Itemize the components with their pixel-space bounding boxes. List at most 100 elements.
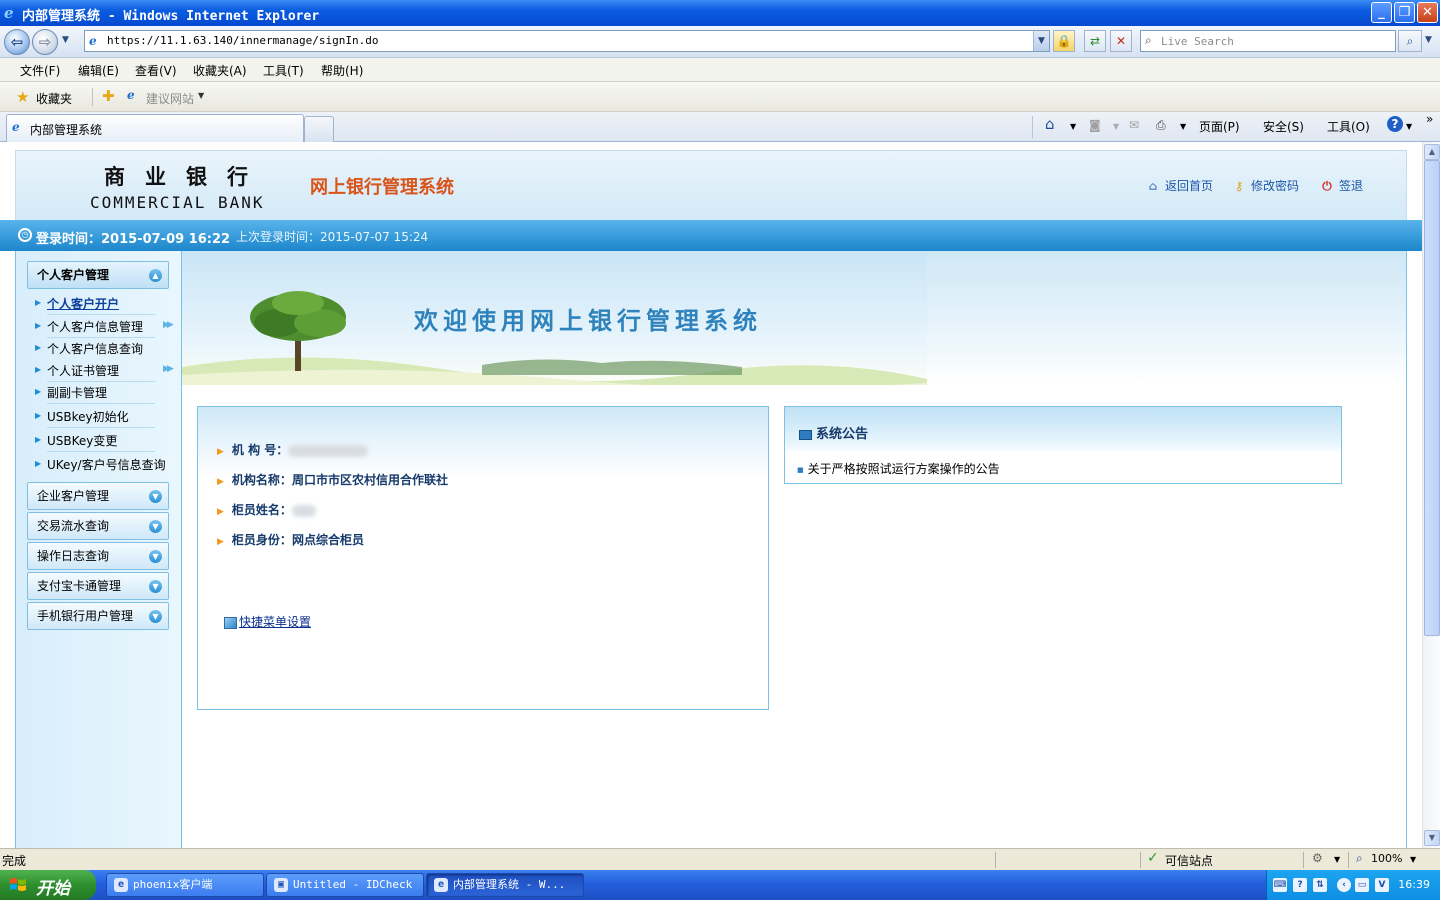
- scroll-thumb[interactable]: [1424, 160, 1440, 636]
- zoom-level[interactable]: 100%: [1371, 852, 1402, 865]
- sidebar-item-card-manage[interactable]: ▶ 副副卡管理: [35, 384, 155, 404]
- expand-icon[interactable]: ▼: [149, 610, 162, 623]
- home-link[interactable]: ⌂ 返回首页: [1145, 177, 1213, 194]
- address-url[interactable]: https://11.1.63.140/innermanage/signIn.d…: [107, 34, 379, 47]
- tab-active[interactable]: e 内部管理系统: [6, 114, 304, 142]
- sidebar-item-usbkey-change[interactable]: ▶ USBKey变更: [35, 432, 155, 452]
- menu-favorites[interactable]: 收藏夹(A): [193, 62, 247, 79]
- help-icon[interactable]: ?: [1387, 116, 1403, 132]
- sidebar-item-cert-manage[interactable]: ▶ 个人证书管理 ▶▶: [35, 362, 174, 382]
- notice-item-label: 关于严格按照试运行方案操作的公告: [807, 462, 1000, 476]
- favorites-bar: ★ 收藏夹 ✚ e 建议网站 ▼: [0, 82, 1440, 112]
- feeds-dropdown-icon[interactable]: ▼: [1113, 122, 1119, 131]
- help-tray-icon[interactable]: ?: [1293, 878, 1307, 892]
- sidebar-section-personal[interactable]: 个人客户管理 ▲: [27, 261, 169, 289]
- display-icon[interactable]: ▭: [1355, 878, 1369, 892]
- sidebar-item-info-query[interactable]: ▶ 个人客户信息查询: [35, 340, 155, 360]
- page-menu[interactable]: 页面(P): [1199, 118, 1240, 135]
- window-title-bar[interactable]: e 内部管理系统 - Windows Internet Explorer _ ❐…: [0, 0, 1440, 26]
- help-dropdown-icon[interactable]: ▼: [1406, 122, 1412, 131]
- tray-clock[interactable]: 16:39: [1398, 878, 1430, 891]
- start-button[interactable]: 开始: [0, 870, 96, 900]
- network-icon[interactable]: ⇅: [1313, 878, 1327, 892]
- zoom-dropdown-icon[interactable]: ▼: [1410, 855, 1416, 864]
- forward-button[interactable]: ⇨: [32, 29, 58, 55]
- menu-edit[interactable]: 编辑(E): [78, 62, 119, 79]
- ie-logo-icon: e: [4, 4, 14, 22]
- menu-view[interactable]: 查看(V): [135, 62, 177, 79]
- search-box[interactable]: ⌕ Live Search: [1140, 30, 1396, 52]
- safety-menu[interactable]: 安全(S): [1263, 118, 1304, 135]
- favorites-button[interactable]: 收藏夹: [36, 90, 72, 107]
- new-tab-button[interactable]: [304, 116, 334, 142]
- antivirus-icon[interactable]: V: [1375, 878, 1389, 892]
- menu-tools[interactable]: 工具(T): [263, 62, 304, 79]
- close-button[interactable]: ✕: [1417, 2, 1438, 23]
- expand-icon[interactable]: ▼: [149, 490, 162, 503]
- keyboard-icon[interactable]: ⌨: [1273, 878, 1287, 892]
- address-bar[interactable]: e https://11.1.63.140/innermanage/signIn…: [84, 30, 1050, 52]
- org-number-label: 机 构 号：: [231, 443, 289, 457]
- protected-mode-icon[interactable]: ⚙: [1312, 851, 1323, 865]
- sidebar-item-usbkey-init[interactable]: ▶ USBkey初始化: [35, 408, 155, 428]
- chevron-down-icon[interactable]: ▼: [1334, 855, 1340, 864]
- quick-menu-settings-link[interactable]: 快捷菜单设置: [224, 613, 311, 630]
- change-password-link[interactable]: ⚷ 修改密码: [1231, 177, 1299, 194]
- section-label: 支付宝卡通管理: [37, 579, 122, 593]
- mail-icon[interactable]: ✉: [1129, 118, 1139, 132]
- address-dropdown-icon[interactable]: ▼: [1033, 31, 1049, 51]
- logout-link[interactable]: ⏻ 签退: [1319, 177, 1363, 194]
- home-dropdown-icon[interactable]: ▼: [1070, 122, 1076, 131]
- suggested-sites-link[interactable]: 建议网站: [146, 90, 194, 107]
- vertical-scrollbar[interactable]: ▲ ▼: [1422, 142, 1440, 848]
- sidebar-item-info-manage[interactable]: ▶ 个人客户信息管理 ▶▶: [35, 318, 174, 338]
- sidebar-section-enterprise[interactable]: 企业客户管理 ▼: [27, 482, 169, 510]
- refresh-icon[interactable]: ⇄: [1084, 30, 1106, 52]
- print-dropdown-icon[interactable]: ▼: [1180, 122, 1186, 131]
- sidebar-section-transactions[interactable]: 交易流水查询 ▼: [27, 512, 169, 540]
- tools-menu[interactable]: 工具(O): [1327, 118, 1370, 135]
- expand-icon[interactable]: ▼: [149, 520, 162, 533]
- maximize-button[interactable]: ❐: [1394, 2, 1415, 23]
- app-icon: e: [114, 878, 128, 892]
- sidebar-item-open-account[interactable]: ▶ 个人客户开户: [35, 295, 155, 315]
- bullet-icon: ▶: [35, 411, 42, 420]
- menu-file[interactable]: 文件(F): [20, 62, 60, 79]
- notice-item[interactable]: ■ 关于严格按照试运行方案操作的公告: [797, 460, 1000, 477]
- chevron-left-icon[interactable]: ‹: [1337, 878, 1351, 892]
- security-lock-icon[interactable]: 🔒: [1053, 30, 1075, 52]
- expand-icon[interactable]: ▼: [149, 550, 162, 563]
- expand-icon[interactable]: ▼: [149, 580, 162, 593]
- history-dropdown-icon[interactable]: ▼: [62, 35, 69, 45]
- chevron-down-icon[interactable]: ▼: [198, 91, 204, 100]
- menu-help[interactable]: 帮助(H): [321, 62, 363, 79]
- sidebar-item-ukey-query[interactable]: ▶ UKey/客户号信息查询: [35, 456, 171, 476]
- teller-role-label: 柜员身份：: [231, 533, 292, 547]
- sidebar: 个人客户管理 ▲ ▶ 个人客户开户 ▶ 个人客户信息管理 ▶▶ ▶ 个人客户信息查询 ▶…: [16, 251, 182, 848]
- sidebar-section-mobile[interactable]: 手机银行用户管理 ▼: [27, 602, 169, 630]
- app-icon: e: [434, 878, 448, 892]
- taskbar-item-idcheck[interactable]: ▣ Untitled - IDCheck: [266, 873, 424, 897]
- sidebar-section-logs[interactable]: 操作日志查询 ▼: [27, 542, 169, 570]
- scroll-up-icon[interactable]: ▲: [1424, 144, 1440, 160]
- arrow-icon: ▶: [217, 477, 224, 487]
- zone-label[interactable]: 可信站点: [1165, 852, 1213, 869]
- collapse-icon[interactable]: ▲: [149, 269, 162, 282]
- search-options-icon[interactable]: ▼: [1425, 35, 1432, 45]
- add-favorite-icon[interactable]: ✚: [102, 87, 115, 105]
- feeds-icon[interactable]: ◙: [1089, 118, 1101, 132]
- arrow-icon: ▶: [217, 507, 224, 517]
- taskbar-item-phoenix[interactable]: e phoenix客户端: [106, 873, 264, 897]
- taskbar-item-ie[interactable]: e 内部管理系统 - W...: [426, 873, 584, 897]
- sidebar-section-alipay[interactable]: 支付宝卡通管理 ▼: [27, 572, 169, 600]
- back-button[interactable]: ⇦: [4, 29, 30, 55]
- print-icon[interactable]: ⎙: [1156, 118, 1166, 133]
- minimize-button[interactable]: _: [1371, 2, 1392, 23]
- stop-icon[interactable]: ✕: [1110, 30, 1132, 52]
- bullet-icon: ▶: [35, 387, 42, 396]
- search-icon[interactable]: ⌕: [1398, 30, 1422, 52]
- more-commands-icon[interactable]: »: [1426, 112, 1433, 126]
- home-icon[interactable]: ⌂: [1045, 115, 1055, 133]
- suggested-sites-icon: e: [127, 88, 135, 102]
- scroll-down-icon[interactable]: ▼: [1424, 830, 1440, 846]
